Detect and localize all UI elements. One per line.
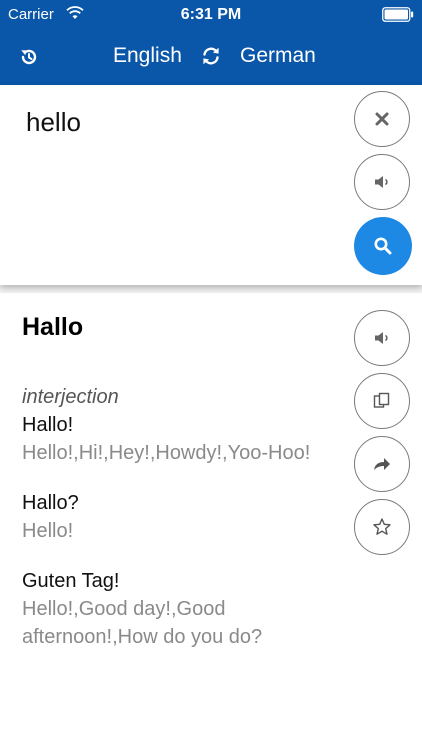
- part-of-speech: interjection: [22, 386, 119, 408]
- speaker-icon: [375, 332, 388, 344]
- input-speak-button[interactable]: [354, 154, 410, 210]
- star-icon: [373, 518, 391, 535]
- copy-icon: [373, 392, 390, 408]
- entry-term: Hallo?: [22, 492, 79, 514]
- source-language-button[interactable]: English: [113, 44, 182, 68]
- entry-term: Guten Tag!: [22, 570, 120, 592]
- swap-icon[interactable]: [201, 46, 221, 66]
- entry-synonyms: Hello!,Good day!,Good afternoon!,How do …: [22, 598, 263, 648]
- copy-button[interactable]: [354, 373, 410, 429]
- input-panel: [0, 85, 422, 285]
- share-button[interactable]: [354, 436, 410, 492]
- result-speak-button[interactable]: [354, 310, 410, 366]
- search-button[interactable]: [354, 217, 412, 275]
- list-item: Hallo! Hello!,Hi!,Hey!,Howdy!,Yoo-Hoo!: [22, 411, 312, 467]
- entry-synonyms: Hello!: [22, 520, 74, 542]
- nav-bar: English German: [0, 30, 422, 85]
- translate-input[interactable]: [26, 107, 336, 138]
- share-icon: [374, 458, 390, 470]
- translation-entries: interjection Hallo! Hello!,Hi!,Hey!,Howd…: [22, 383, 312, 673]
- entry-synonyms: Hello!,Hi!,Hey!,Howdy!,Yoo-Hoo!: [22, 442, 311, 464]
- status-time: 6:31 PM: [180, 6, 242, 23]
- clear-button[interactable]: [354, 91, 410, 147]
- favorite-button[interactable]: [354, 499, 410, 555]
- search-icon: [374, 237, 392, 255]
- result-word: Hallo: [22, 313, 84, 341]
- clear-icon: [375, 112, 389, 126]
- history-icon[interactable]: [19, 47, 39, 67]
- entry-term: Hallo!: [22, 414, 74, 436]
- battery-icon: [382, 7, 414, 22]
- result-panel: Hallo interjection Hallo! Hello!,Hi!,Hey…: [0, 293, 422, 750]
- list-item: Guten Tag! Hello!,Good day!,Good afterno…: [22, 567, 312, 651]
- speaker-icon: [375, 176, 388, 188]
- status-bar: Carrier 6:31 PM: [0, 0, 422, 30]
- app-screen: Carrier 6:31 PM English German hello Hal…: [0, 0, 422, 750]
- list-item: Hallo? Hello!: [22, 489, 312, 545]
- header: Carrier 6:31 PM English German: [0, 0, 422, 85]
- target-language-button[interactable]: German: [240, 44, 316, 68]
